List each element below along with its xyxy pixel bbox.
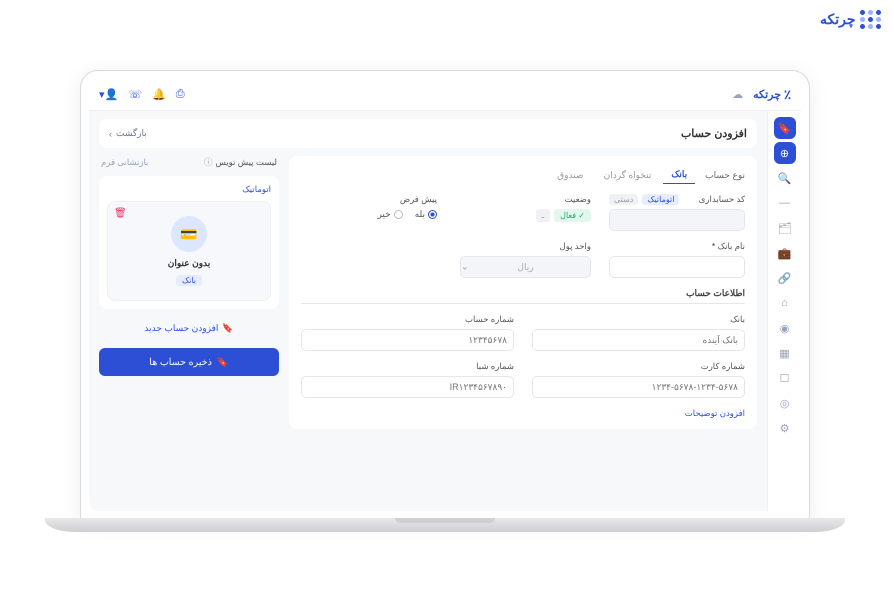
status-label: وضعیت bbox=[455, 194, 591, 205]
preview-card-title: بدون عنوان bbox=[168, 258, 211, 269]
status-inactive-pill[interactable]: ـ bbox=[536, 209, 550, 222]
bank-label: بانک bbox=[532, 314, 745, 325]
default-radio-group: بله خیر bbox=[301, 209, 437, 220]
main-content: افزودن حساب بازگشت › نوع حساب بانک تنخوا… bbox=[89, 111, 767, 511]
sidebar-item-grid[interactable]: ▦ bbox=[774, 342, 796, 364]
default-no-radio[interactable]: خیر bbox=[377, 209, 402, 220]
bookmark-icon: 🔖 bbox=[222, 323, 233, 334]
page-header: افزودن حساب بازگشت › bbox=[99, 119, 757, 148]
sidebar-item-settings[interactable]: ⚙ bbox=[774, 417, 796, 439]
bank-name-input[interactable] bbox=[609, 256, 745, 278]
app-logo-text: چرتکه bbox=[753, 88, 781, 101]
status-toggle[interactable]: ✓ فعال ـ bbox=[455, 209, 591, 222]
printer-icon[interactable]: ⎙ bbox=[176, 88, 185, 101]
bank-name-label: نام بانک bbox=[609, 241, 745, 252]
page-brand-logo: چرتکه bbox=[820, 10, 882, 29]
topbar: ٪ چرتکه ☁ ⎙ 🔔 ☏ 👤▾ bbox=[89, 79, 801, 111]
sidebar-item-add[interactable]: ⊕ bbox=[774, 142, 796, 164]
sidebar-item-camera[interactable]: ◉ bbox=[774, 317, 796, 339]
card-icon: 💳 bbox=[171, 216, 207, 252]
sidebar-item-box[interactable]: ☐ bbox=[774, 367, 796, 389]
laptop-frame: ٪ چرتکه ☁ ⎙ 🔔 ☏ 👤▾ 🔖 ⊕ 🔍 — 🗂 💼 🔗 ⌂ ◉ bbox=[80, 70, 810, 520]
account-type-tabs: نوع حساب بانک تنخواه گردان صندوق bbox=[301, 166, 745, 184]
app-screen: ٪ چرتکه ☁ ⎙ 🔔 ☏ 👤▾ 🔖 ⊕ 🔍 — 🗂 💼 🔗 ⌂ ◉ bbox=[89, 79, 801, 511]
code-auto-tag[interactable]: اتوماتیک bbox=[642, 194, 679, 205]
sidebar-item-dash[interactable]: — bbox=[774, 192, 796, 214]
card-no-input[interactable] bbox=[532, 376, 745, 398]
sidebar: 🔖 ⊕ 🔍 — 🗂 💼 🔗 ⌂ ◉ ▦ ☐ ◎ ⚙ bbox=[767, 111, 801, 511]
brand-dots-icon bbox=[860, 10, 882, 29]
bank-input[interactable] bbox=[532, 329, 745, 351]
code-mode-toggle[interactable]: اتوماتیک دستی bbox=[609, 194, 679, 205]
tab-tankhah[interactable]: تنخواه گردان bbox=[596, 167, 660, 184]
sidebar-item-folder[interactable]: 🗂 bbox=[774, 217, 796, 239]
tab-bank[interactable]: بانک bbox=[663, 166, 695, 184]
sidebar-item-bookmark[interactable]: 🔖 bbox=[774, 117, 796, 139]
content-row: نوع حساب بانک تنخواه گردان صندوق کد حساب… bbox=[99, 156, 757, 429]
add-new-account-link[interactable]: 🔖 افزودن حساب جدید bbox=[99, 317, 279, 340]
cloud-icon[interactable]: ☁ bbox=[732, 88, 743, 101]
preview-auto-label: اتوماتیک bbox=[242, 184, 271, 194]
currency-select[interactable] bbox=[460, 256, 591, 278]
headset-icon[interactable]: ☏ bbox=[128, 88, 142, 101]
sheba-label: شماره شبا bbox=[301, 361, 514, 372]
brand-name: چرتکه bbox=[820, 11, 856, 28]
save-icon: 🔖 bbox=[217, 357, 229, 368]
code-manual-tag[interactable]: دستی bbox=[609, 194, 638, 205]
sidebar-item-search[interactable]: 🔍 bbox=[774, 167, 796, 189]
code-input bbox=[609, 209, 745, 231]
currency-label: واحد پول bbox=[455, 241, 591, 252]
default-label: پیش فرض bbox=[301, 194, 437, 205]
back-button[interactable]: بازگشت › bbox=[109, 128, 147, 139]
tab-sandogh[interactable]: صندوق bbox=[549, 167, 591, 184]
delete-card-icon[interactable]: 🗑 bbox=[114, 208, 127, 219]
code-label: کد حسابداری bbox=[699, 194, 745, 205]
chevron-down-icon: ⌄ bbox=[461, 262, 469, 273]
add-description-link[interactable]: افزودن توضیحات bbox=[301, 408, 745, 419]
account-no-label: شماره حساب bbox=[301, 314, 514, 325]
preview-card-tag: بانک bbox=[176, 275, 202, 286]
sheba-input[interactable] bbox=[301, 376, 514, 398]
user-menu[interactable]: 👤▾ bbox=[99, 88, 118, 101]
preview-panel: لیست پیش نویس ⓘ بازنشانی فرم اتوماتیک 🗑 … bbox=[99, 156, 279, 429]
bell-icon[interactable]: 🔔 bbox=[152, 88, 166, 101]
reset-form-link[interactable]: بازنشانی فرم bbox=[101, 157, 148, 168]
status-active-pill[interactable]: ✓ فعال bbox=[554, 209, 591, 222]
sidebar-item-home[interactable]: ⌂ bbox=[774, 292, 796, 314]
draft-list-title: لیست پیش نویس ⓘ bbox=[204, 156, 277, 168]
sidebar-item-briefcase[interactable]: 💼 bbox=[774, 242, 796, 264]
account-preview-card[interactable]: 🗑 💳 بدون عنوان بانک bbox=[107, 201, 271, 301]
laptop-base bbox=[45, 518, 845, 532]
account-info-section-title: اطلاعات حساب bbox=[301, 288, 745, 304]
percent-icon: ٪ bbox=[784, 87, 791, 103]
card-no-label: شماره کارت bbox=[532, 361, 745, 372]
sidebar-item-link[interactable]: 🔗 bbox=[774, 267, 796, 289]
page-title: افزودن حساب bbox=[681, 127, 747, 140]
sidebar-item-coin[interactable]: ◎ bbox=[774, 392, 796, 414]
add-new-label: افزودن حساب جدید bbox=[144, 323, 218, 334]
form-panel: نوع حساب بانک تنخواه گردان صندوق کد حساب… bbox=[289, 156, 757, 429]
save-label: ذخیره حساب ها bbox=[149, 357, 212, 368]
save-accounts-button[interactable]: 🔖 ذخیره حساب ها bbox=[99, 348, 279, 376]
chevron-left-icon: › bbox=[109, 129, 112, 139]
info-icon[interactable]: ⓘ bbox=[204, 156, 213, 168]
back-label: بازگشت bbox=[116, 128, 147, 139]
default-yes-radio[interactable]: بله bbox=[415, 209, 437, 220]
account-no-input[interactable] bbox=[301, 329, 514, 351]
preview-card-box: اتوماتیک 🗑 💳 بدون عنوان بانک bbox=[99, 176, 279, 309]
app-logo[interactable]: ٪ چرتکه bbox=[753, 87, 791, 103]
account-type-label: نوع حساب bbox=[705, 170, 745, 181]
